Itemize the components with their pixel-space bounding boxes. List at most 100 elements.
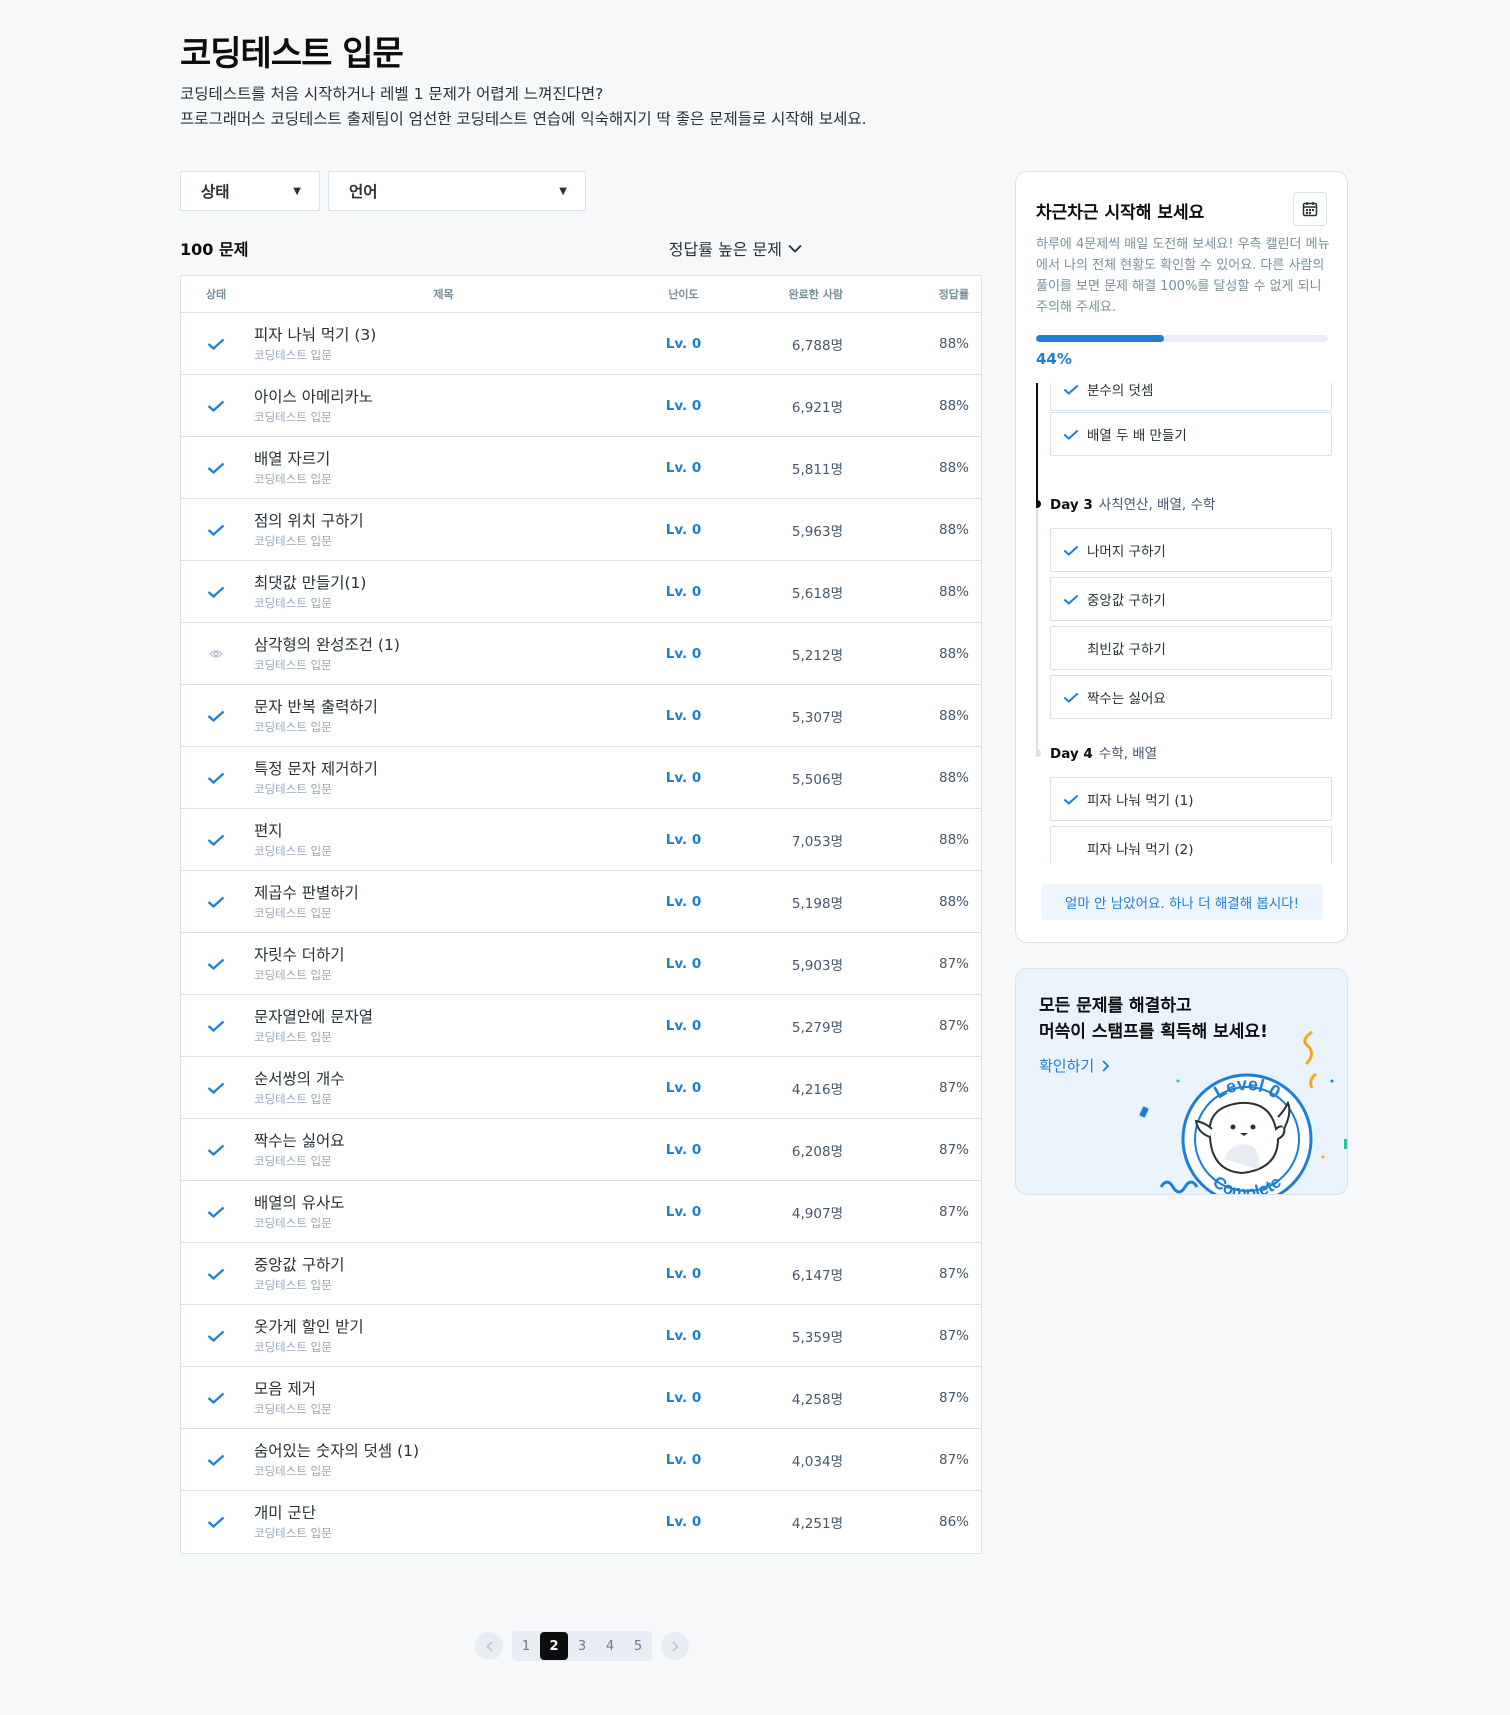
timeline-problem-item[interactable]: 짝수는 싫어요	[1050, 675, 1332, 719]
table-row[interactable]: 옷가게 할인 받기 코딩테스트 입문 Lv. 0 5,359명 87%	[181, 1305, 981, 1367]
chevron-left-icon	[485, 1640, 493, 1652]
problem-title-link[interactable]: 제곱수 판별하기	[254, 883, 636, 903]
problem-title-link[interactable]: 짝수는 싫어요	[254, 1131, 636, 1151]
timeline-problem-item[interactable]: 분수의 덧셈	[1050, 383, 1332, 411]
table-row[interactable]: 모음 제거 코딩테스트 입문 Lv. 0 4,258명 87%	[181, 1367, 981, 1429]
table-row[interactable]: 숨어있는 숫자의 덧셈 (1) 코딩테스트 입문 Lv. 0 4,034명 87%	[181, 1429, 981, 1491]
problem-title-link[interactable]: 순서쌍의 개수	[254, 1069, 636, 1089]
problem-title-link[interactable]: 특정 문자 제거하기	[254, 759, 636, 779]
table-row[interactable]: 제곱수 판별하기 코딩테스트 입문 Lv. 0 5,198명 88%	[181, 871, 981, 933]
problem-title-link[interactable]: 배열 자르기	[254, 449, 636, 469]
problem-done-count: 4,216명	[791, 1081, 843, 1098]
next-page-button[interactable]	[661, 1632, 689, 1660]
row-title-cell: 자릿수 더하기 코딩테스트 입문	[251, 945, 636, 983]
problem-title-link[interactable]: 점의 위치 구하기	[254, 511, 636, 531]
problem-accept-rate: 87%	[938, 1141, 969, 1158]
row-title-cell: 숨어있는 숫자의 덧셈 (1) 코딩테스트 입문	[251, 1441, 636, 1479]
encourage-button[interactable]: 얼마 안 남았어요. 하나 더 해결해 봅시다!	[1041, 884, 1323, 920]
row-status	[181, 1144, 251, 1156]
problem-title-link[interactable]: 개미 군단	[254, 1503, 636, 1523]
table-row[interactable]: 삼각형의 완성조건 (1) 코딩테스트 입문 Lv. 0 5,212명 88%	[181, 623, 981, 685]
page-number-button[interactable]: 1	[512, 1632, 540, 1660]
problem-title-link[interactable]: 피자 나눠 먹기 (3)	[254, 325, 636, 345]
problem-accept-rate: 87%	[938, 1017, 969, 1034]
table-row[interactable]: 문자열안에 문자열 코딩테스트 입문 Lv. 0 5,279명 87%	[181, 995, 981, 1057]
timeline-problem-item[interactable]: 피자 나눠 먹기 (1)	[1050, 777, 1332, 821]
stamp-check-label: 확인하기	[1039, 1057, 1095, 1075]
check-icon	[207, 1454, 225, 1466]
table-row[interactable]: 배열의 유사도 코딩테스트 입문 Lv. 0 4,907명 87%	[181, 1181, 981, 1243]
problem-accept-rate: 88%	[938, 459, 969, 476]
table-row[interactable]: 아이스 아메리카노 코딩테스트 입문 Lv. 0 6,921명 88%	[181, 375, 981, 437]
timeline-problem-item[interactable]: 나머지 구하기	[1050, 528, 1332, 572]
timeline-dot-day3	[1036, 500, 1041, 508]
table-row[interactable]: 피자 나눠 먹기 (3) 코딩테스트 입문 Lv. 0 6,788명 88%	[181, 313, 981, 375]
day3-heading: Day 3 사칙연산, 배열, 수학	[1050, 493, 1215, 513]
page-number-button[interactable]: 5	[624, 1632, 652, 1660]
row-status	[181, 772, 251, 784]
table-row[interactable]: 순서쌍의 개수 코딩테스트 입문 Lv. 0 4,216명 87%	[181, 1057, 981, 1119]
check-icon	[207, 1392, 225, 1404]
table-row[interactable]: 문자 반복 출력하기 코딩테스트 입문 Lv. 0 5,307명 88%	[181, 685, 981, 747]
sort-label: 정답률 높은 문제	[668, 240, 782, 259]
timeline-problem-item[interactable]: 배열 두 배 만들기	[1050, 412, 1332, 456]
problem-title-link[interactable]: 문자열안에 문자열	[254, 1007, 636, 1027]
problem-title-link[interactable]: 아이스 아메리카노	[254, 387, 636, 407]
problem-level: Lv. 0	[665, 831, 702, 848]
check-icon	[207, 586, 225, 598]
page-number-button[interactable]: 2	[540, 1632, 568, 1660]
problem-title-link[interactable]: 숨어있는 숫자의 덧셈 (1)	[254, 1441, 636, 1461]
problem-title-link[interactable]: 옷가게 할인 받기	[254, 1317, 636, 1337]
problem-done-count: 5,506명	[791, 771, 843, 788]
problem-level: Lv. 0	[665, 1451, 702, 1468]
problem-title-link[interactable]: 배열의 유사도	[254, 1193, 636, 1213]
problem-category: 코딩테스트 입문	[254, 533, 332, 548]
problem-done-count: 4,034명	[791, 1453, 843, 1470]
check-icon	[207, 958, 225, 970]
study-plan-description: 하루에 4문제씩 매일 도전해 보세요! 우측 캘린더 메뉴에서 나의 전체 현…	[1036, 237, 1330, 315]
problem-title-link[interactable]: 삼각형의 완성조건 (1)	[254, 635, 636, 655]
timeline-problem-item[interactable]: 최빈값 구하기	[1050, 626, 1332, 670]
problem-accept-rate: 88%	[938, 893, 969, 910]
problem-title-link[interactable]: 최댓값 만들기(1)	[254, 573, 636, 593]
table-row[interactable]: 중앙값 구하기 코딩테스트 입문 Lv. 0 6,147명 87%	[181, 1243, 981, 1305]
problem-category: 코딩테스트 입문	[254, 719, 332, 734]
problem-category: 코딩테스트 입문	[254, 1463, 332, 1478]
page-number-button[interactable]: 3	[568, 1632, 596, 1660]
table-row[interactable]: 배열 자르기 코딩테스트 입문 Lv. 0 5,811명 88%	[181, 437, 981, 499]
sort-dropdown[interactable]: 정답률 높은 문제	[669, 236, 802, 260]
check-icon	[207, 400, 225, 412]
problem-title-link[interactable]: 문자 반복 출력하기	[254, 697, 636, 717]
row-title-cell: 편지 코딩테스트 입문	[251, 821, 636, 859]
problem-title-link[interactable]: 중앙값 구하기	[254, 1255, 636, 1275]
day4-topic: 수학, 배열	[1098, 746, 1158, 762]
table-row[interactable]: 짝수는 싫어요 코딩테스트 입문 Lv. 0 6,208명 87%	[181, 1119, 981, 1181]
stamp-check-link[interactable]: 확인하기	[1039, 1055, 1110, 1076]
table-row[interactable]: 자릿수 더하기 코딩테스트 입문 Lv. 0 5,903명 87%	[181, 933, 981, 995]
problem-done-count: 6,921명	[791, 399, 843, 416]
prev-page-button[interactable]	[475, 1632, 503, 1660]
table-row[interactable]: 편지 코딩테스트 입문 Lv. 0 7,053명 88%	[181, 809, 981, 871]
table-row[interactable]: 최댓값 만들기(1) 코딩테스트 입문 Lv. 0 5,618명 88%	[181, 561, 981, 623]
timeline-problem-item[interactable]: 피자 나눠 먹기 (2)	[1050, 826, 1332, 863]
timeline-problem-item[interactable]: 중앙값 구하기	[1050, 577, 1332, 621]
check-icon	[1063, 429, 1079, 440]
timeline-problem-title: 최빈값 구하기	[1087, 642, 1166, 658]
row-title-cell: 배열 자르기 코딩테스트 입문	[251, 449, 636, 487]
caret-down-icon: ▼	[559, 185, 567, 197]
table-row[interactable]: 개미 군단 코딩테스트 입문 Lv. 0 4,251명 86%	[181, 1491, 981, 1553]
day4-label: Day 4	[1050, 746, 1093, 762]
level-complete-stamp-image: Level 0 Complete	[1139, 1030, 1347, 1194]
caret-down-icon: ▼	[293, 185, 301, 197]
problem-title-link[interactable]: 편지	[254, 821, 636, 841]
problem-title-link[interactable]: 모음 제거	[254, 1379, 636, 1399]
row-status	[181, 834, 251, 846]
page-number-button[interactable]: 4	[596, 1632, 624, 1660]
table-row[interactable]: 점의 위치 구하기 코딩테스트 입문 Lv. 0 5,963명 88%	[181, 499, 981, 561]
calendar-button[interactable]	[1293, 192, 1327, 226]
problem-title-link[interactable]: 자릿수 더하기	[254, 945, 636, 965]
language-filter-select[interactable]: 언어 ▼	[328, 171, 586, 211]
row-title-cell: 문자 반복 출력하기코딩테스트 입문	[251, 697, 636, 735]
table-row[interactable]: 특정 문자 제거하기 코딩테스트 입문 Lv. 0 5,506명 88%	[181, 747, 981, 809]
status-filter-select[interactable]: 상태 ▼	[180, 171, 320, 211]
